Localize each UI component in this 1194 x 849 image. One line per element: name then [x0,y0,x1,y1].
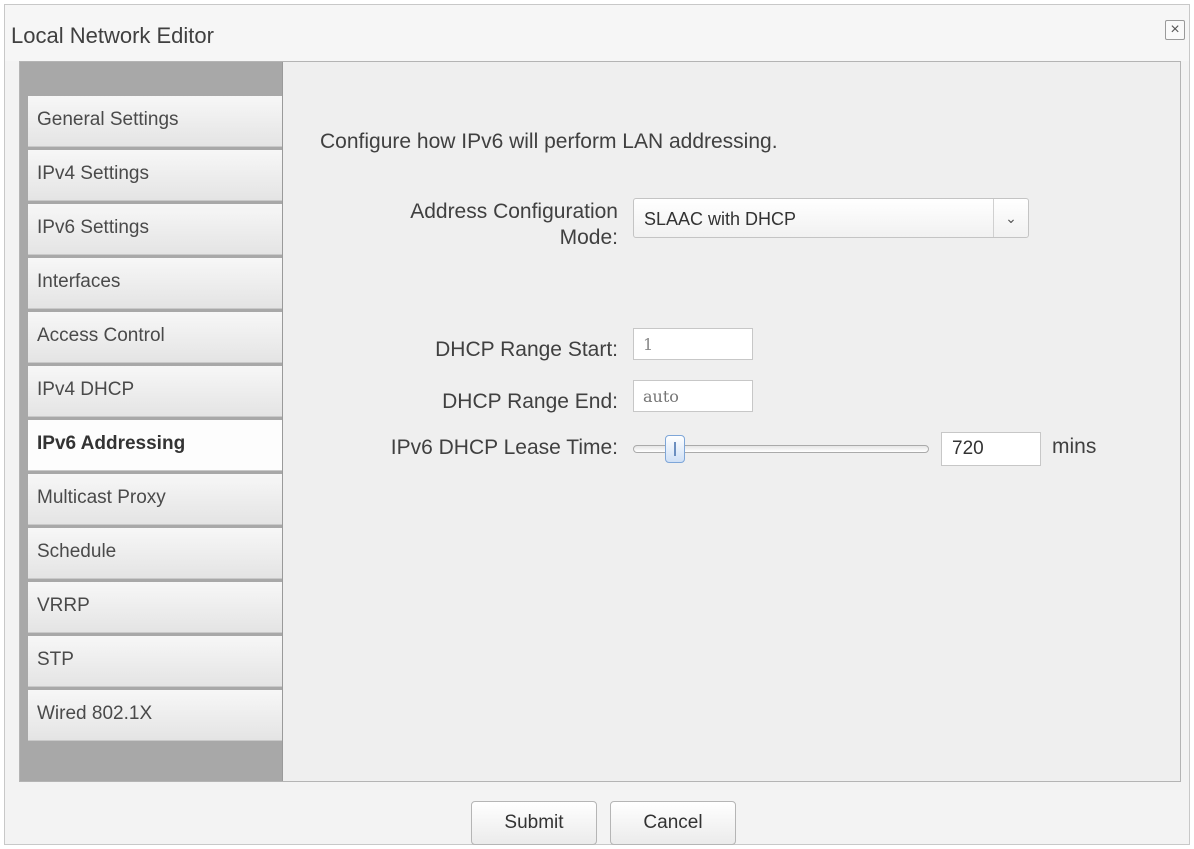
sidebar-nav: General Settings IPv4 Settings IPv6 Settin… [28,96,282,744]
sidebar: General Settings IPv4 Settings IPv6 Settin… [20,62,283,781]
sidebar-item-vrrp[interactable]: VRRP [28,582,282,633]
range-end-input[interactable] [633,380,753,412]
dialog-title: Local Network Editor [11,23,214,48]
chevron-down-icon: ⌄ [993,199,1028,237]
sidebar-item-ipv4-settings[interactable]: IPv4 Settings [28,150,282,201]
address-mode-select[interactable]: SLAAC with DHCP ⌄ [633,198,1029,238]
sidebar-item-wired-802-1x[interactable]: Wired 802.1X [28,690,282,741]
range-start-label: DHCP Range Start: [435,338,618,361]
address-mode-value: SLAAC with DHCP [644,209,797,229]
range-end-label: DHCP Range End: [442,390,618,413]
close-icon[interactable]: × [1165,20,1185,40]
slider-grip-icon [674,442,676,456]
lease-time-slider-handle[interactable] [665,435,685,463]
dialog-titlebar: Local Network Editor × [5,5,1189,61]
range-start-input[interactable] [633,328,753,360]
settings-panel: Configure how IPv6 will perform LAN addr… [283,62,1180,781]
sidebar-item-general-settings[interactable]: General Settings [28,96,282,147]
sidebar-item-interfaces[interactable]: Interfaces [28,258,282,309]
sidebar-item-multicast-proxy[interactable]: Multicast Proxy [28,474,282,525]
sidebar-item-stp[interactable]: STP [28,636,282,687]
editor-frame: General Settings IPv4 Settings IPv6 Settin… [19,61,1181,782]
local-network-editor-dialog: Local Network Editor × General Settings I… [4,4,1190,845]
sidebar-item-schedule[interactable]: Schedule [28,528,282,579]
lease-time-label: IPv6 DHCP Lease Time: [390,436,618,459]
lease-time-input[interactable] [941,432,1041,466]
cancel-button[interactable]: Cancel [610,801,736,845]
submit-button[interactable]: Submit [471,801,597,845]
sidebar-item-ipv4-dhcp[interactable]: IPv4 DHCP [28,366,282,417]
lease-time-unit: mins [1052,435,1097,458]
sidebar-item-ipv6-addressing[interactable]: IPv6 Addressing [28,420,282,471]
address-mode-label: Address Configuration Mode: [410,200,618,249]
sidebar-item-access-control[interactable]: Access Control [28,312,282,363]
sidebar-item-ipv6-settings[interactable]: IPv6 Settings [28,204,282,255]
panel-description: Configure how IPv6 will perform LAN addr… [320,130,778,153]
